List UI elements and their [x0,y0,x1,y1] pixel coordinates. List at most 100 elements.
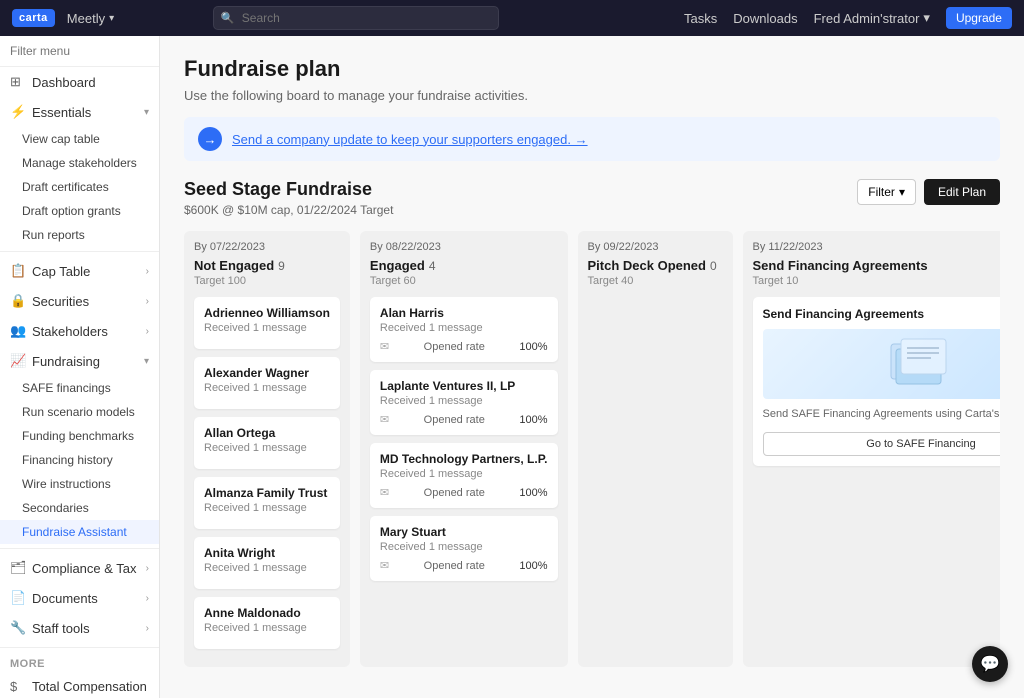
kanban-card[interactable]: MD Technology Partners, L.P. Received 1 … [370,443,558,508]
plan-title: Seed Stage Fundraise [184,179,393,200]
top-nav: carta Meetly ▾ 🔍 Tasks Downloads Fred Ad… [0,0,1024,36]
kanban-card[interactable]: Laplante Ventures II, LP Received 1 mess… [370,370,558,435]
upgrade-button[interactable]: Upgrade [946,7,1012,29]
banner-text: Send a company update to keep your suppo… [232,132,588,147]
sidebar-sub-run-reports[interactable]: Run reports [0,223,159,247]
kanban-card[interactable]: Almanza Family Trust Received 1 message [194,477,340,529]
sidebar-item-total-compensation[interactable]: $ Total Compensation [0,672,159,698]
card-rate: ✉ Opened rate 100% [380,559,548,572]
sidebar: ☰ ⊞ Dashboard ⚡ Essentials ▾ View cap ta… [0,36,160,698]
plan-meta: $600K @ $10M cap, 01/22/2024 Target [184,203,393,217]
info-banner: → Send a company update to keep your sup… [184,117,1000,161]
card-rate: ✉ Opened rate 100% [380,340,548,353]
company-name: Meetly [67,11,105,26]
sidebar-sub-fundraise-assistant[interactable]: Fundraise Assistant [0,520,159,544]
sidebar-sub-draft-certificates[interactable]: Draft certificates [0,175,159,199]
banner-link[interactable]: Send a company update to keep your suppo… [232,132,588,147]
card-sub: Received 1 message [380,468,548,480]
search-container: 🔍 [213,6,499,30]
kanban-card[interactable]: Alan Harris Received 1 message ✉ Opened … [370,297,558,362]
kanban-card[interactable]: Anita Wright Received 1 message [194,537,340,589]
sidebar-sub-manage-stakeholders[interactable]: Manage stakeholders [0,151,159,175]
kanban-col-financing: By 11/22/2023 Send Financing Agreements … [743,231,1001,667]
kanban-card[interactable]: Mary Stuart Received 1 message ✉ Opened … [370,516,558,581]
company-selector[interactable]: Meetly ▾ [67,11,114,26]
card-sub: Received 1 message [380,541,548,553]
card-sub: Received 1 message [204,322,330,334]
chat-bubble-button[interactable]: 💬 [972,646,1008,682]
sidebar-item-securities[interactable]: 🔒 Securities › [0,286,159,316]
col-date-0: By 07/22/2023 [194,241,340,253]
documents-label: Documents [32,591,98,606]
card-name: Anita Wright [204,546,330,560]
kanban-card[interactable]: Anne Maldonado Received 1 message [194,597,340,649]
cap-table-icon: 📋 [10,263,24,279]
col-status-0: Not Engaged 9 [194,258,340,273]
edit-plan-button[interactable]: Edit Plan [924,179,1000,205]
col-status-3: Send Financing Agreements [753,258,1001,273]
email-icon: ✉ [380,340,389,353]
plan-header: Seed Stage Fundraise $600K @ $10M cap, 0… [184,179,1000,217]
financing-card-image [763,329,1001,399]
dashboard-label: Dashboard [32,75,96,90]
sidebar-item-documents[interactable]: 📄 Documents › [0,583,159,613]
kanban-col-not-engaged: By 07/22/2023 Not Engaged 9 Target 100 A… [184,231,350,667]
sidebar-item-cap-table[interactable]: 📋 Cap Table › [0,256,159,286]
col-target-2: Target 40 [588,275,723,287]
sidebar-item-compliance-tax[interactable]: 🗂 Compliance & Tax › [0,553,159,583]
user-name: Fred Admin'strator [814,11,920,26]
documents-chevron-icon: › [146,593,149,604]
kanban-card[interactable]: Adrienneo Williamson Received 1 message [194,297,340,349]
downloads-link[interactable]: Downloads [733,11,797,26]
staff-tools-label: Staff tools [32,621,90,636]
plan-info: Seed Stage Fundraise $600K @ $10M cap, 0… [184,179,393,217]
sidebar-item-dashboard[interactable]: ⊞ Dashboard [0,67,159,97]
sidebar-sub-draft-option-grants[interactable]: Draft option grants [0,199,159,223]
sidebar-sub-wire-instructions[interactable]: Wire instructions [0,472,159,496]
sidebar-item-stakeholders[interactable]: 👥 Stakeholders › [0,316,159,346]
filter-button[interactable]: Filter ▾ [857,179,916,205]
sidebar-sub-view-cap-table[interactable]: View cap table [0,127,159,151]
card-sub: Received 1 message [204,562,330,574]
sidebar-item-essentials[interactable]: ⚡ Essentials ▾ [0,97,159,127]
user-chevron-icon: ▾ [923,10,930,26]
card-sub: Received 1 message [204,382,330,394]
sidebar-sub-secondaries[interactable]: Secondaries [0,496,159,520]
col-status-2: Pitch Deck Opened 0 [588,258,723,273]
user-menu[interactable]: Fred Admin'strator ▾ [814,10,930,26]
sidebar-sub-safe-financings[interactable]: SAFE financings [0,376,159,400]
opened-rate: 100% [519,414,547,426]
sidebar-sub-funding-benchmarks[interactable]: Funding benchmarks [0,424,159,448]
stakeholders-icon: 👥 [10,323,24,339]
compliance-chevron-icon: › [146,563,149,574]
compliance-label: Compliance & Tax [32,561,137,576]
kanban-card[interactable]: Allan Ortega Received 1 message [194,417,340,469]
go-to-safe-financing-button[interactable]: Go to SAFE Financing [763,432,1001,456]
sidebar-item-fundraising[interactable]: 📈 Fundraising ▾ [0,346,159,376]
cap-table-chevron-icon: › [146,266,149,277]
financing-card-title: Send Financing Agreements [763,307,1001,321]
filter-chevron-icon: ▾ [899,185,905,199]
kanban-board: By 07/22/2023 Not Engaged 9 Target 100 A… [184,231,1000,677]
compliance-icon: 🗂 [10,560,24,576]
card-sub: Received 1 message [204,622,330,634]
tasks-link[interactable]: Tasks [684,11,717,26]
securities-label: Securities [32,294,89,309]
financing-agreements-card[interactable]: Send Financing Agreements Send SAFE Fina… [753,297,1001,466]
sidebar-sub-financing-history[interactable]: Financing history [0,448,159,472]
search-input[interactable] [213,6,499,30]
kanban-col-pitch-deck: By 09/22/2023 Pitch Deck Opened 0 Target… [578,231,733,667]
card-name: Alexander Wagner [204,366,330,380]
sidebar-item-staff-tools[interactable]: 🔧 Staff tools › [0,613,159,643]
card-name: Laplante Ventures II, LP [380,379,548,393]
kanban-card[interactable]: Alexander Wagner Received 1 message [194,357,340,409]
card-name: Anne Maldonado [204,606,330,620]
email-icon: ✉ [380,486,389,499]
staff-tools-chevron-icon: › [146,623,149,634]
col-status-1: Engaged 4 [370,258,558,273]
stakeholders-label: Stakeholders [32,324,108,339]
securities-icon: 🔒 [10,293,24,309]
sidebar-filter-input[interactable] [10,44,160,58]
page-title: Fundraise plan [184,56,1000,82]
sidebar-sub-run-scenario-models[interactable]: Run scenario models [0,400,159,424]
